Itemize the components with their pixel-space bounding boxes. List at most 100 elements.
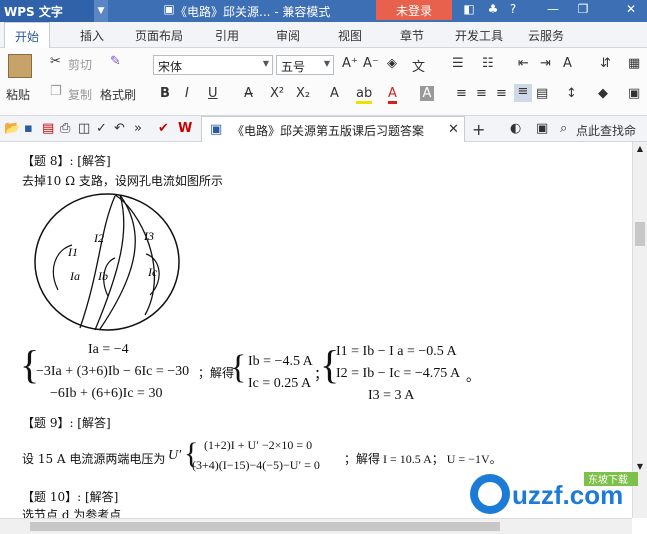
pdf-icon[interactable]: ▤ [42,121,54,136]
eq8-right3: I3 = 3 A [368,388,415,403]
grow-font-icon[interactable]: A⁺ [342,56,358,71]
justify-icon[interactable]: ≡ [514,84,532,102]
decrease-indent-icon[interactable]: ⇤ [518,56,529,71]
eq9-line1: (1+2)I + U′ −2×10 = 0 [204,438,313,452]
copy-button[interactable]: 复制 [68,86,92,103]
q9-text: 设 15 A 电流源两端电压为 [22,452,166,466]
watermark-swirl-inner [478,482,502,506]
italic-button[interactable]: I [185,86,189,101]
login-button[interactable]: 未登录 [376,0,452,20]
cut-button[interactable]: 剪切 [68,56,92,73]
skin-icon[interactable]: ◧ [460,2,478,18]
highlight-icon[interactable]: ab [356,86,373,104]
align-center-icon[interactable]: ≡ [476,86,487,101]
vertical-scrollbar[interactable]: ▲ ▼ [632,142,647,518]
document-page: 【题 8】: [解答] 去掉10 Ω 支路，设网孔电流如图所示 Ia Ib Ic… [0,142,632,518]
phonetic-icon[interactable]: 文 [412,56,425,75]
distribute-icon[interactable]: ▤ [536,86,548,101]
text-effect-icon[interactable]: A [330,86,339,101]
scroll-thumb[interactable] [635,222,645,246]
eq8-right2: I2 = Ib − Ic = −4.75 A [336,366,461,381]
table-border-icon[interactable]: ▦ [628,56,640,71]
open-folder-icon[interactable]: 📂 [4,121,20,136]
chevron-down-icon[interactable]: ▼ [94,0,108,22]
new-tab-icon[interactable]: + [472,120,485,139]
save-icon[interactable]: ▪ [24,121,33,136]
app-menu-button[interactable]: WPS 文字 ▼ [0,0,108,22]
tab-page-layout[interactable]: 页面布局 [135,27,183,44]
brace-mid: { [230,349,247,386]
text-case-icon[interactable]: A [563,56,572,71]
outer-loop [34,193,180,331]
align-right-icon[interactable]: ≡ [496,86,507,101]
sort-icon[interactable]: ⇵ [600,56,611,71]
tab-insert[interactable]: 插入 [80,27,104,44]
q8-heading: 【题 8】: [解答] [22,154,111,168]
q10-text: 选节点 d 为参考点 [22,508,122,518]
shrink-font-icon[interactable]: A⁻ [363,56,379,71]
underline-button[interactable]: U [208,86,218,101]
spell-check-icon[interactable]: ✓ [96,121,107,136]
tab-developer[interactable]: 开发工具 [455,27,503,44]
eq8-end: 。 [466,370,480,385]
eq9-line2: (3+4)(I−15)−4(−5)−U′ = 0 [192,458,320,472]
track-icon[interactable]: ✔ [158,121,169,136]
numbered-list-icon[interactable]: ☷ [482,56,494,71]
tab-references[interactable]: 引用 [215,27,239,44]
q9-result: ；解得 I = 10.5 A； U = −1V。 [344,452,502,466]
cloud-icon[interactable]: ◐ [510,121,521,136]
chevron-down-icon: ▼ [262,59,269,68]
tools-icon[interactable]: ▣ [536,121,548,136]
paragraph-shading-icon[interactable]: ◆ [598,86,608,101]
format-painter-button[interactable]: 格式刷 [100,86,136,103]
eq8-line1: Ia = −4 [88,342,129,357]
undo-icon[interactable]: ↶ [114,121,125,136]
ribbon-toolbar: 粘贴 ✂ 剪切 ❐ 复制 ✎ 格式刷 宋体 ▼ 五号 ▼ A⁺ A⁻ ◈ 文 B I… [0,48,647,116]
horizontal-scrollbar[interactable] [0,518,632,534]
scissors-icon[interactable]: ✂ [50,54,61,69]
redo-icon[interactable]: » [134,121,142,136]
copy-icon[interactable]: ❐ [50,84,62,99]
search-icon[interactable]: ⌕ [560,121,567,136]
char-shading-icon[interactable]: A [420,86,434,101]
restore-icon[interactable]: ❐ [574,2,592,18]
wps-icon[interactable]: W [178,121,192,136]
font-family-select[interactable]: 宋体 ▼ [153,55,273,75]
clear-format-icon[interactable]: ◈ [387,56,397,71]
paste-icon[interactable] [8,54,32,78]
font-size-select[interactable]: 五号 ▼ [276,55,334,75]
close-icon[interactable]: ✕ [622,2,640,18]
chevron-down-icon: ▼ [323,59,330,68]
bold-button[interactable]: B [160,86,170,101]
shirt-icon[interactable]: ♣ [484,2,502,18]
eq8-line2: −3Ia + (3+6)Ib − 6Ic = −30 [36,364,190,379]
label-I1: I1 [67,245,78,259]
align-left-icon[interactable]: ≡ [456,86,467,101]
superscript-button[interactable]: X² [270,86,284,101]
tab-review[interactable]: 审阅 [276,27,300,44]
strikethrough-icon[interactable]: A̶ [244,86,253,101]
print-preview-icon[interactable]: ◫ [78,121,90,136]
print-icon[interactable]: ⎙ [60,121,70,136]
hscroll-thumb[interactable] [30,522,500,531]
scroll-up-icon[interactable]: ▲ [635,144,645,154]
font-color-button[interactable]: A [388,86,397,104]
q9-heading: 【题 9】: [解答] [22,416,111,430]
help-icon[interactable]: ? [504,2,522,18]
border-icon[interactable]: ▣ [628,86,640,101]
label-I2: I2 [93,231,104,245]
increase-indent-icon[interactable]: ⇥ [540,56,551,71]
tab-home[interactable]: 开始 [4,22,51,49]
tab-cloud[interactable]: 云服务 [528,27,564,44]
tab-chapter[interactable]: 章节 [400,27,424,44]
tab-view[interactable]: 视图 [338,27,362,44]
font-size-value: 五号 [281,60,306,74]
minimize-icon[interactable]: — [544,2,562,18]
paste-button[interactable]: 粘贴 [6,86,30,103]
format-painter-icon[interactable]: ✎ [110,54,121,69]
line-spacing-icon[interactable]: ↕ [566,86,577,101]
subscript-button[interactable]: X₂ [296,86,310,101]
document-tab[interactable]: ▣ 《电路》邱关源第五版课后习题答案 ✕ [201,116,465,142]
close-tab-icon[interactable]: ✕ [448,122,459,137]
bullet-list-icon[interactable]: ☰ [452,56,464,71]
